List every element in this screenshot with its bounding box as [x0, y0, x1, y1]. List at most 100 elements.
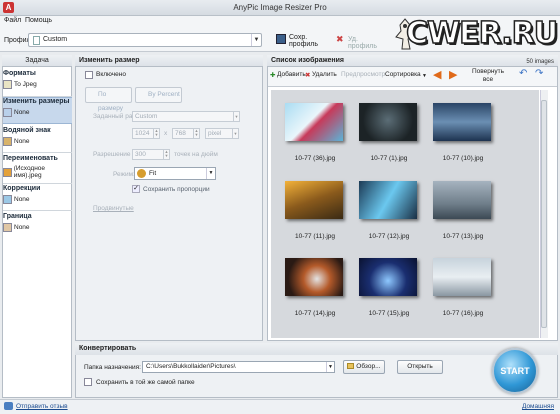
- watermark-icon: [3, 137, 12, 146]
- logo-text: CWER.RU: [405, 15, 559, 52]
- image-thumbnail: [359, 258, 417, 296]
- task-subtitle: None: [14, 224, 30, 231]
- unit-select[interactable]: pixel ▼: [205, 128, 239, 139]
- open-button[interactable]: Открыть: [397, 360, 443, 374]
- sort-button[interactable]: Сортировка: [385, 71, 421, 78]
- width-value: 1024: [135, 130, 150, 137]
- divider: [3, 152, 72, 153]
- spinner-icon: ▲ ▼: [163, 149, 169, 159]
- browse-button[interactable]: Обзор...: [343, 360, 385, 374]
- divider: [3, 210, 72, 211]
- image-caption: 10-77 (1).jpg: [370, 155, 408, 162]
- image-item[interactable]: 10-77 (11).jpg: [285, 181, 345, 241]
- image-thumbnail: [433, 103, 491, 141]
- arrow-right-icon[interactable]: ▶: [449, 68, 457, 81]
- task-title: Форматы: [3, 70, 36, 77]
- chevron-down-icon: ▼: [232, 129, 238, 138]
- destination-label: Папка назначения:: [84, 364, 141, 371]
- delete-profile-label: Уд. профиль: [348, 36, 377, 50]
- keep-ratio-checkbox[interactable]: ✓: [132, 185, 140, 193]
- image-item[interactable]: 10-77 (36).jpg: [285, 103, 345, 163]
- menu-file[interactable]: Файл: [4, 17, 21, 24]
- delete-icon: ✖: [336, 34, 344, 44]
- preset-select[interactable]: Custom ▼: [132, 111, 240, 122]
- remove-icon: ✖: [305, 72, 311, 79]
- arrow-left-icon[interactable]: ◀: [433, 68, 441, 81]
- image-item[interactable]: 10-77 (16).jpg: [433, 258, 493, 318]
- rotate-all-button[interactable]: Повернуть все: [466, 68, 510, 84]
- start-button[interactable]: START: [492, 348, 538, 394]
- enabled-label: Включено: [96, 71, 126, 78]
- same-folder-checkbox[interactable]: [84, 378, 92, 386]
- task-subtitle: None: [14, 196, 30, 203]
- convert-header: Конвертировать: [75, 343, 558, 355]
- resolution-input[interactable]: 300 ▲ ▼: [132, 149, 170, 160]
- task-subtitle: None: [14, 109, 30, 116]
- site-logo: CWER.RU: [392, 13, 560, 55]
- destination-value: C:\Users\Bukkollaider\Pictures\: [146, 363, 236, 370]
- task-title: Водяной знак: [3, 127, 51, 134]
- image-thumbnail: [359, 103, 417, 141]
- resize-panel-header: Изменить размер: [75, 55, 263, 67]
- task-title: Переименовать: [3, 155, 58, 162]
- image-item[interactable]: 10-77 (14).jpg: [285, 258, 345, 318]
- save-profile-button[interactable]: Сохр. профиль: [276, 31, 328, 51]
- profile-value: Custom: [43, 36, 68, 43]
- scroll-thumb[interactable]: [541, 100, 547, 328]
- document-icon: [33, 36, 40, 45]
- divider: [3, 183, 72, 184]
- times-label: x: [164, 130, 168, 137]
- home-link[interactable]: Домашняя: [522, 403, 554, 410]
- open-label: Открыть: [407, 363, 433, 370]
- spinner-icon: ▲ ▼: [193, 128, 199, 138]
- preset-label: Заданный ра: [93, 113, 133, 120]
- profile-select[interactable]: Custom ▼: [28, 33, 262, 47]
- enabled-checkbox[interactable]: [85, 71, 93, 79]
- menu-help[interactable]: Помощь: [25, 17, 52, 24]
- correction-icon: [3, 195, 12, 204]
- by-percent-button[interactable]: By Percent: [135, 87, 182, 103]
- keep-ratio-label: Сохранить пропорции: [143, 186, 210, 193]
- by-size-button[interactable]: По размеру: [85, 87, 132, 112]
- task-subtitle: (Исходное имя).jpeg: [13, 165, 46, 179]
- spinner-icon: ▲ ▼: [153, 128, 159, 138]
- resolution-value: 300: [135, 151, 146, 158]
- advanced-link[interactable]: Продвинутые: [93, 205, 134, 212]
- task-corrections[interactable]: Коррекции None: [3, 185, 72, 209]
- rotate-right-icon[interactable]: ↷: [535, 68, 543, 79]
- mode-select[interactable]: Fit ▼: [134, 167, 216, 180]
- image-item[interactable]: 10-77 (12).jpg: [359, 181, 419, 241]
- rotate-left-icon[interactable]: ↶: [519, 68, 527, 79]
- preview-button[interactable]: Предпросмотр: [341, 71, 385, 78]
- task-formats[interactable]: Форматы To Jpeg: [3, 70, 72, 98]
- add-button[interactable]: Добавить: [277, 71, 306, 78]
- image-thumbnail: [359, 181, 417, 219]
- image-thumbnail: [433, 181, 491, 219]
- image-caption: 10-77 (14).jpg: [294, 310, 336, 317]
- image-list-header: Список изображения: [267, 55, 558, 67]
- folder-icon: [347, 363, 355, 370]
- task-watermark[interactable]: Водяной знак None: [3, 127, 72, 153]
- delete-profile-button[interactable]: ✖ Уд. профиль: [336, 31, 382, 51]
- image-item[interactable]: 10-77 (15).jpg: [359, 258, 419, 318]
- image-caption: 10-77 (10).jpg: [442, 155, 484, 162]
- destination-input[interactable]: C:\Users\Bukkollaider\Pictures\ ▼: [142, 361, 335, 373]
- send-feedback-link[interactable]: Отправить отзыв: [16, 403, 68, 410]
- task-rename[interactable]: Переименовать (Исходное имя).jpeg: [3, 155, 72, 181]
- width-input[interactable]: 1024 ▲ ▼: [132, 128, 160, 139]
- jpeg-icon: [3, 80, 12, 89]
- save-profile-label: Сохр. профиль: [289, 34, 318, 48]
- chevron-down-icon: ▼: [251, 34, 261, 46]
- height-input[interactable]: 768 ▲ ▼: [172, 128, 200, 139]
- image-thumbnail: [285, 181, 343, 219]
- preset-value: Custom: [135, 113, 158, 120]
- task-border[interactable]: Граница None: [3, 213, 72, 237]
- resize-icon: [3, 108, 12, 117]
- task-resize[interactable]: Изменить размеры None: [3, 97, 72, 124]
- delete-button[interactable]: Удалить: [312, 71, 337, 78]
- status-bar: [0, 399, 560, 414]
- image-item[interactable]: 10-77 (1).jpg: [359, 103, 419, 163]
- image-item[interactable]: 10-77 (10).jpg: [433, 103, 493, 163]
- chevron-down-icon: ▼: [233, 112, 239, 121]
- image-item[interactable]: 10-77 (13).jpg: [433, 181, 493, 241]
